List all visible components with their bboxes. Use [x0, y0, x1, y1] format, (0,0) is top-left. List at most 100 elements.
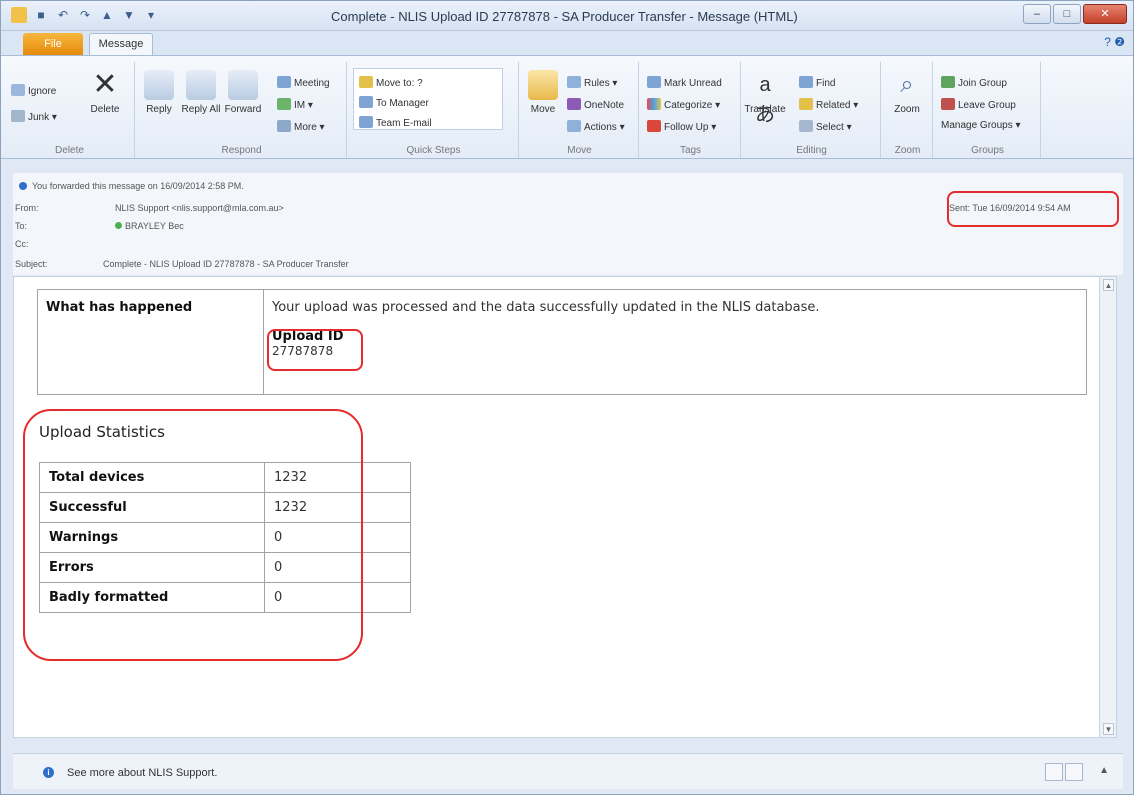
previous-icon[interactable]: ▲	[99, 7, 115, 23]
table-row: Successful 1232	[39, 492, 411, 523]
follow-up-button[interactable]: Follow Up ▾	[647, 120, 716, 134]
actions-icon	[567, 120, 581, 132]
move-icon	[528, 70, 558, 100]
ignore-button[interactable]: Ignore	[11, 84, 56, 98]
ribbon-group-editing: aあ Translate Find Related ▾ Select ▾ Edit…	[743, 62, 881, 158]
stat-value: 0	[264, 582, 411, 613]
categorize-label: Categorize ▾	[664, 100, 721, 111]
presence-icon	[115, 222, 122, 229]
redo-icon[interactable]: ↷	[77, 7, 93, 23]
window-controls: – □ ✕	[1023, 4, 1127, 24]
join-group-button[interactable]: Join Group	[941, 76, 1007, 90]
forward-button[interactable]: Forward	[221, 70, 265, 115]
customize-qat-icon[interactable]: ▾	[143, 7, 159, 23]
close-button[interactable]: ✕	[1083, 4, 1127, 24]
ribbon-group-label: Editing	[796, 145, 827, 156]
from-value[interactable]: NLIS Support <nlis.support@mla.com.au>	[115, 203, 284, 213]
table-row: Errors 0	[39, 552, 411, 583]
next-icon[interactable]: ▼	[121, 7, 137, 23]
scroll-up-arrow-icon[interactable]: ▲	[1103, 279, 1114, 291]
find-icon	[799, 76, 813, 88]
ribbon-group-label: Zoom	[894, 145, 921, 156]
zoom-button[interactable]: ⌕ Zoom	[885, 70, 929, 115]
help-icon[interactable]: ? ❷	[1104, 35, 1125, 49]
tab-message[interactable]: Message	[89, 33, 153, 55]
ribbon-group-label: Tags	[679, 145, 702, 156]
related-icon	[799, 98, 813, 110]
onenote-button[interactable]: OneNote	[567, 98, 624, 112]
cc-label: Cc:	[15, 239, 29, 249]
forward-info-bar: You forwarded this message on 16/09/2014…	[19, 181, 244, 191]
people-pane-link[interactable]: See more about NLIS Support.	[67, 767, 217, 779]
to-manager-label: To Manager	[376, 98, 429, 109]
manage-groups-button[interactable]: Manage Groups ▾	[941, 120, 1021, 132]
select-label: Select ▾	[816, 122, 852, 133]
table-row: What has happened Your upload was proces…	[37, 289, 1087, 395]
person-photo-icon[interactable]	[1045, 763, 1063, 781]
quick-step-team-email[interactable]: Team E-mail	[359, 116, 432, 130]
rules-label: Rules ▾	[584, 78, 618, 89]
mark-unread-icon	[647, 76, 661, 88]
translate-button[interactable]: aあ Translate	[743, 70, 787, 126]
reply-icon	[144, 70, 174, 100]
ribbon-group-tags: Mark Unread Categorize ▾ Follow Up ▾ Tag…	[641, 62, 741, 158]
to-recipient[interactable]: BRAYLEY Bec	[115, 221, 184, 231]
quick-step-move-to[interactable]: Move to: ?	[359, 76, 423, 90]
zoom-label: Zoom	[894, 104, 920, 115]
select-button[interactable]: Select ▾	[799, 120, 852, 134]
delete-icon: ✕	[92, 68, 118, 101]
undo-icon[interactable]: ↶	[55, 7, 71, 23]
forward-info-text: You forwarded this message on 16/09/2014…	[32, 181, 244, 191]
more-respond-button[interactable]: More ▾	[277, 120, 325, 134]
actions-button[interactable]: Actions ▾	[567, 120, 625, 134]
rules-button[interactable]: Rules ▾	[567, 76, 617, 90]
quick-step-to-manager[interactable]: To Manager	[359, 96, 429, 110]
maximize-button[interactable]: □	[1053, 4, 1081, 24]
meeting-label: Meeting	[294, 78, 330, 89]
join-group-icon	[941, 76, 955, 88]
junk-button[interactable]: Junk ▾	[11, 110, 57, 124]
reply-all-icon	[186, 70, 216, 100]
move-to-icon	[359, 76, 373, 88]
forward-label: Forward	[224, 104, 262, 115]
im-label: IM ▾	[294, 100, 313, 111]
window-title: Complete - NLIS Upload ID 27787878 - SA …	[331, 9, 798, 24]
ribbon-group-label: Respond	[221, 145, 262, 156]
scroll-down-arrow-icon[interactable]: ▼	[1103, 723, 1114, 735]
find-button[interactable]: Find	[799, 76, 835, 90]
meeting-button[interactable]: Meeting	[277, 76, 330, 90]
tab-file[interactable]: File	[23, 33, 83, 55]
reply-all-button[interactable]: Reply All	[179, 70, 223, 115]
to-label: To:	[15, 221, 28, 231]
vertical-scrollbar[interactable]: ▲ ▼	[1099, 276, 1117, 738]
person-list-icon[interactable]	[1065, 763, 1083, 781]
mark-unread-button[interactable]: Mark Unread	[647, 76, 722, 90]
delete-label: Delete	[90, 104, 120, 115]
junk-icon	[11, 110, 25, 122]
junk-label: Junk ▾	[28, 112, 57, 123]
reply-button[interactable]: Reply	[137, 70, 181, 115]
stat-value: 0	[264, 522, 411, 553]
related-label: Related ▾	[816, 100, 859, 111]
to-value: BRAYLEY Bec	[125, 221, 184, 231]
im-button[interactable]: IM ▾	[277, 98, 313, 112]
categorize-button[interactable]: Categorize ▾	[647, 98, 720, 112]
save-icon[interactable]: ■	[33, 7, 49, 23]
move-button[interactable]: Move	[521, 70, 565, 115]
delete-button[interactable]: ✕ Delete	[83, 68, 127, 116]
move-to-label: Move to: ?	[376, 78, 423, 89]
subject-label: Subject:	[15, 259, 48, 269]
reply-all-label: Reply All	[181, 104, 221, 115]
leave-group-button[interactable]: Leave Group	[941, 98, 1016, 112]
ribbon-group-groups: Join Group Leave Group Manage Groups ▾ G…	[935, 62, 1041, 158]
minimize-button[interactable]: –	[1023, 4, 1051, 24]
info-icon: i	[43, 767, 54, 778]
chevron-up-icon[interactable]: ▲	[1099, 765, 1109, 776]
upload-statistics-title: Upload Statistics	[39, 423, 165, 441]
ribbon-group-label: Quick Steps	[406, 145, 461, 156]
quick-access-toolbar: ■ ↶ ↷ ▲ ▼ ▾	[11, 7, 159, 23]
upload-id-label: Upload ID	[272, 329, 344, 344]
upload-id-value: 27787878	[272, 344, 334, 358]
related-button[interactable]: Related ▾	[799, 98, 858, 112]
ribbon-group-label: Move	[567, 145, 592, 156]
